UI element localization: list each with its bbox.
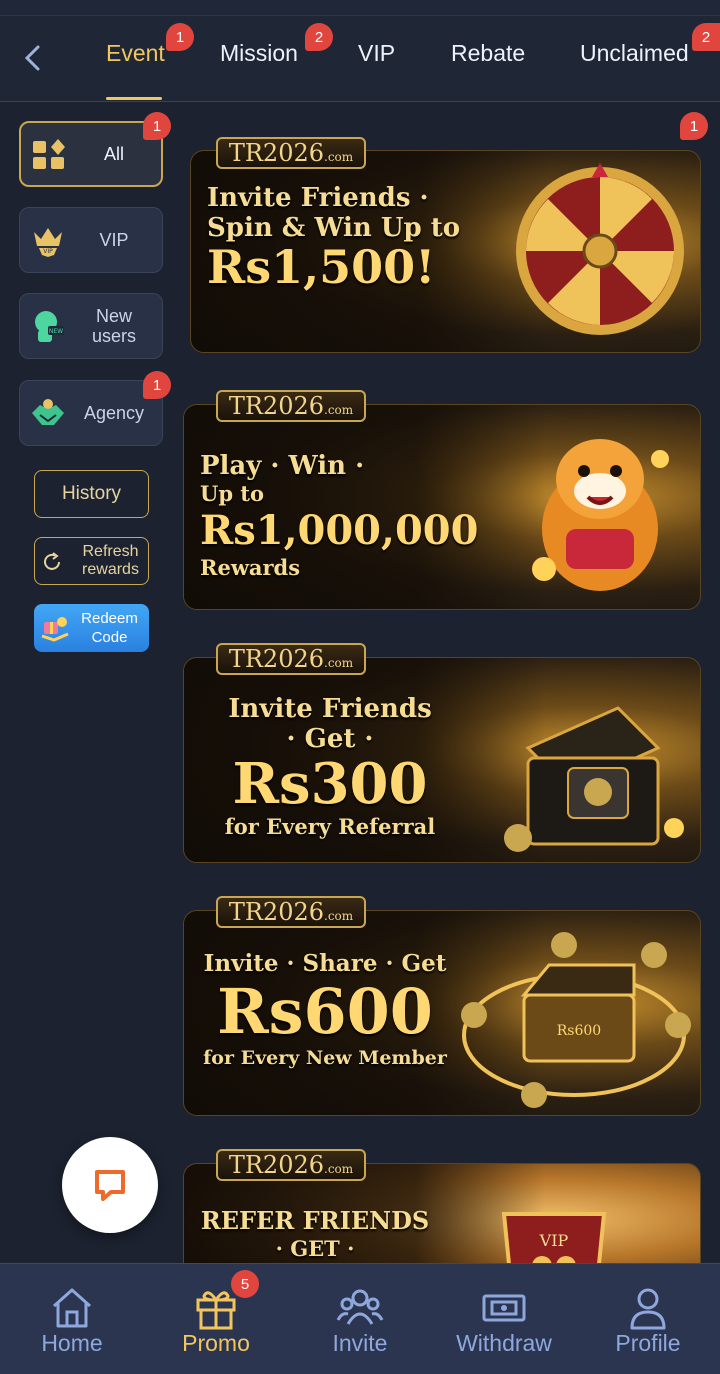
- nav-invite[interactable]: Invite: [288, 1264, 432, 1374]
- treasure-chest-image: [504, 706, 684, 852]
- banner-headline-1: Invite Friends: [228, 694, 432, 724]
- top-tab-bar: Event 1 Mission 2 VIP Rebate Unclaimed 2: [0, 16, 720, 102]
- sidebar-item-all[interactable]: All: [19, 121, 163, 187]
- nav-home[interactable]: Home: [0, 1264, 144, 1374]
- svg-text:NEW: NEW: [49, 328, 63, 335]
- refresh-rewards-button[interactable]: Refresh rewards: [34, 537, 149, 585]
- live-chat-button[interactable]: [62, 1137, 158, 1233]
- gift-hand-icon: [41, 617, 69, 642]
- tab-event[interactable]: Event: [106, 40, 165, 67]
- chest-referral-image: Rs600: [461, 932, 691, 1108]
- tiger-mascot-image: [532, 439, 669, 591]
- banner-headline-2: Up to: [200, 481, 265, 506]
- redeem-code-button[interactable]: Redeem Code: [34, 604, 149, 652]
- banner-headline-2: Spin & Win Up to: [207, 213, 461, 243]
- svg-text:VIP: VIP: [539, 1231, 569, 1250]
- banner-badge: 1: [680, 112, 708, 140]
- tab-unclaimed-badge: 2: [692, 23, 720, 51]
- tab-event-badge: 1: [166, 23, 194, 51]
- banner-amount: Rs300: [232, 751, 428, 817]
- promo-banner-invite-300[interactable]: Invite Friends · Get · Rs300 for Every R…: [183, 657, 701, 863]
- tab-unclaimed[interactable]: Unclaimed: [580, 40, 689, 67]
- site-logo: TR2026 .com: [216, 380, 366, 428]
- chat-bubble-icon: [95, 1170, 125, 1201]
- promo-banner-spin-win[interactable]: Invite Friends · Spin & Win Up to Rs1,50…: [190, 150, 701, 353]
- site-logo: TR2026 .com: [216, 1139, 366, 1187]
- svg-text:VIP: VIP: [43, 248, 53, 255]
- nav-withdraw[interactable]: Withdraw: [432, 1264, 576, 1374]
- sidebar-agency-badge: 1: [143, 371, 171, 399]
- sidebar-item-label: New users: [91, 306, 136, 346]
- history-button[interactable]: History: [34, 470, 149, 518]
- sidebar-all-badge: 1: [143, 112, 171, 140]
- profile-icon: [630, 1288, 666, 1330]
- invite-icon: [336, 1289, 384, 1325]
- chevron-left-icon: [24, 45, 40, 71]
- refresh-icon: [44, 552, 60, 570]
- back-button[interactable]: [14, 38, 50, 78]
- banner-headline-1: Play · Win ·: [200, 451, 365, 481]
- withdraw-icon: [482, 1294, 526, 1322]
- banner-headline-3: Rewards: [200, 555, 301, 580]
- banner-headline-2: · Get ·: [286, 724, 374, 754]
- tab-vip[interactable]: VIP: [358, 40, 395, 67]
- banner-headline-1: REFER FRIENDS: [200, 1206, 430, 1235]
- sidebar-item-new-users[interactable]: NEW New users: [19, 293, 163, 359]
- sidebar-item-label: VIP: [99, 230, 129, 250]
- grid-icon: [33, 139, 65, 169]
- site-logo: TR2026 .com: [216, 633, 366, 681]
- crown-icon: VIP: [34, 228, 62, 257]
- nav-profile[interactable]: Profile: [576, 1264, 720, 1374]
- promo-badge: 5: [231, 1270, 259, 1298]
- handshake-icon: [32, 399, 64, 425]
- banner-headline-1: Invite Friends ·: [207, 183, 429, 213]
- site-logo: TR2026 .com: [216, 886, 366, 934]
- svg-text:Rs600: Rs600: [557, 1023, 601, 1039]
- banner-amount: Rs1,500!: [207, 240, 436, 294]
- active-tab-indicator: [106, 97, 162, 100]
- tab-mission-badge: 2: [305, 23, 333, 51]
- nav-promo[interactable]: Promo 5: [144, 1264, 288, 1374]
- bottom-navigation: Home Promo 5 Invite Withdraw Profile: [0, 1263, 720, 1374]
- banner-headline-3: for Every New Member: [203, 1047, 447, 1069]
- site-logo: TR2026 .com: [216, 127, 366, 175]
- sidebar-item-agency[interactable]: Agency: [19, 380, 163, 446]
- promo-banner-play-win[interactable]: Play · Win · Up to Rs1,000,000 Rewards: [183, 404, 701, 610]
- banner-amount: Rs1,000,000: [200, 507, 479, 554]
- banner-headline-2: · GET ·: [275, 1236, 355, 1261]
- tab-mission[interactable]: Mission: [220, 40, 298, 67]
- home-icon: [53, 1288, 91, 1328]
- banner-headline-3: for Every Referral: [224, 814, 436, 839]
- status-strip: [0, 0, 720, 16]
- sidebar-item-vip[interactable]: VIP VIP: [19, 207, 163, 273]
- new-user-icon: NEW: [35, 311, 64, 342]
- fortune-wheel-image: [516, 163, 684, 335]
- tab-rebate[interactable]: Rebate: [451, 40, 525, 67]
- banner-amount: Rs600: [217, 975, 433, 1048]
- promo-banner-invite-600[interactable]: Rs600 Invite · Share · Get Rs600 for Eve…: [183, 910, 701, 1116]
